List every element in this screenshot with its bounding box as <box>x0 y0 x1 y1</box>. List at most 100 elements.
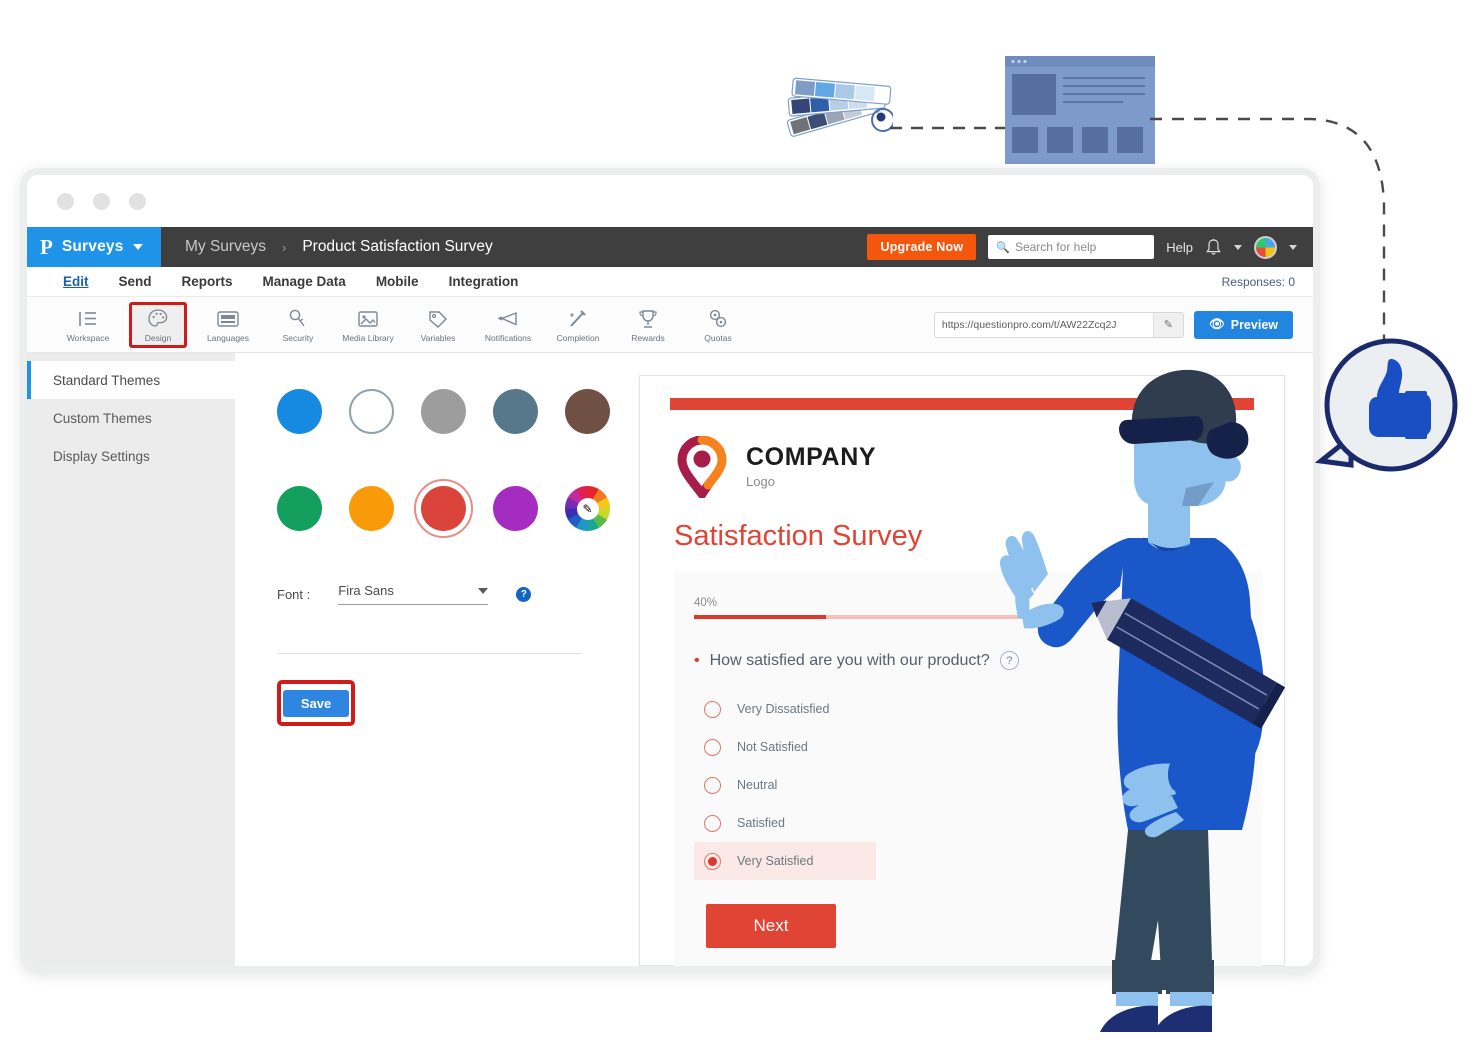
palette-icon <box>147 307 169 331</box>
tab-mobile[interactable]: Mobile <box>376 274 419 289</box>
toolbar-label-quotas: Quotas <box>704 332 732 343</box>
upgrade-now-button[interactable]: Upgrade Now <box>867 234 977 260</box>
option-label: Neutral <box>737 778 778 792</box>
radio-selected-icon <box>704 852 721 870</box>
help-link[interactable]: Help <box>1166 240 1193 255</box>
option-label: Very Satisfied <box>737 854 814 868</box>
swatch-blue[interactable] <box>277 389 322 434</box>
dashed-line-icon <box>890 118 1020 130</box>
tab-reports[interactable]: Reports <box>182 274 233 289</box>
theme-design-panel: ✎ Font : Fira Sans ? Save <box>235 353 625 966</box>
tab-edit[interactable]: Edit <box>63 274 89 289</box>
color-swatch-fan-icon <box>783 70 895 145</box>
font-select[interactable]: Fira Sans <box>338 583 489 605</box>
avatar-chevron-icon[interactable] <box>1289 244 1297 250</box>
preview-button-label: Preview <box>1230 317 1278 332</box>
radio-icon <box>704 776 721 794</box>
save-button[interactable]: Save <box>282 689 350 717</box>
toolbar-label-languages: Languages <box>206 332 250 343</box>
question-text: How satisfied are you with our product? <box>709 651 990 669</box>
url-preview-group: https://questionpro.com/t/AW22Zcq2J ✎ 👁 … <box>933 310 1313 339</box>
toolbar-item-workspace[interactable]: Workspace <box>61 307 115 343</box>
brand-surveys-menu[interactable]: P Surveys <box>27 227 161 267</box>
pencil-icon[interactable]: ✎ <box>1152 312 1183 337</box>
header-actions: Upgrade Now 🔍 Search for help Help <box>867 234 1313 260</box>
option-not-satisfied[interactable]: Not Satisfied <box>694 728 874 766</box>
window-titlebar <box>27 175 1313 227</box>
sidebar-item-standard-themes[interactable]: Standard Themes <box>27 361 235 399</box>
trophy-icon <box>638 307 658 331</box>
bell-icon[interactable] <box>1205 238 1222 257</box>
screenshot-root: P Surveys My Surveys › Product Satisfact… <box>0 0 1483 1045</box>
window-dot-close[interactable] <box>57 192 74 210</box>
sidebar-item-custom-themes[interactable]: Custom Themes <box>27 399 235 437</box>
font-label: Font : <box>277 586 311 602</box>
toolbar-item-completion[interactable]: Completion <box>551 307 605 343</box>
option-neutral[interactable]: Neutral <box>694 766 874 804</box>
next-button[interactable]: Next <box>706 904 836 948</box>
toolbar-label-variables: Variables <box>420 332 456 343</box>
toolbar-label-completion: Completion <box>556 332 600 343</box>
window-dot-minimize[interactable] <box>93 192 110 210</box>
option-very-dissatisfied[interactable]: Very Dissatisfied <box>694 690 874 728</box>
bell-chevron-icon[interactable] <box>1234 244 1242 250</box>
preview-button[interactable]: 👁 Preview <box>1193 310 1293 339</box>
toolbar-label-notifications: Notifications <box>484 332 532 343</box>
breadcrumb-current-survey: Product Satisfaction Survey <box>302 238 493 255</box>
chevron-down-icon <box>132 244 143 250</box>
window-dot-maximize[interactable] <box>129 192 146 210</box>
progress-bar-fill <box>694 615 826 619</box>
survey-url-field[interactable]: https://questionpro.com/t/AW22Zcq2J ✎ <box>933 311 1184 338</box>
font-setting-row: Font : Fira Sans ? <box>277 583 625 605</box>
sidebar-label-custom-themes: Custom Themes <box>53 410 152 426</box>
swatch-white[interactable] <box>349 389 394 434</box>
radio-icon <box>704 738 721 756</box>
responses-count: Responses: 0 <box>1221 274 1295 289</box>
swatch-orange[interactable] <box>349 486 394 531</box>
sidebar-label-standard-themes: Standard Themes <box>53 372 161 388</box>
tab-manage-data[interactable]: Manage Data <box>263 274 346 289</box>
swatch-green[interactable] <box>277 486 322 531</box>
font-selected-value: Fira Sans <box>338 583 394 598</box>
brand-label: Surveys <box>61 238 124 255</box>
save-button-highlight: Save <box>277 680 355 726</box>
rings-icon <box>707 307 729 331</box>
survey-url-value: https://questionpro.com/t/AW22Zcq2J <box>941 318 1117 331</box>
option-label: Very Dissatisfied <box>737 702 830 716</box>
survey-logo-text: COMPANY Logo <box>746 445 876 490</box>
chevron-down-icon <box>478 587 489 594</box>
swatch-slate[interactable] <box>493 389 538 434</box>
breadcrumb-my-surveys[interactable]: My Surveys <box>185 238 266 256</box>
info-icon[interactable]: ? <box>516 586 532 602</box>
swatch-purple[interactable] <box>493 486 538 531</box>
company-logo-sub: Logo <box>746 474 775 489</box>
megaphone-icon <box>496 307 520 331</box>
toolbar-label-security: Security <box>282 332 314 343</box>
radio-icon <box>704 700 721 718</box>
theme-swatch-row-1 <box>277 389 625 434</box>
option-very-satisfied[interactable]: Very Satisfied <box>694 842 876 880</box>
keyboard-icon <box>216 307 240 331</box>
option-satisfied[interactable]: Satisfied <box>694 804 874 842</box>
swatch-gray[interactable] <box>421 389 466 434</box>
toolbar-item-media-library[interactable]: Media Library <box>341 307 395 343</box>
magic-wand-icon <box>567 307 589 331</box>
swatch-brown[interactable] <box>565 389 610 434</box>
toolbar-item-notifications[interactable]: Notifications <box>481 307 535 343</box>
toolbar-item-languages[interactable]: Languages <box>201 307 255 343</box>
toolbar-item-variables[interactable]: Variables <box>411 307 465 343</box>
lock-icon <box>288 307 308 331</box>
sidebar-item-display-settings[interactable]: Display Settings <box>27 437 235 475</box>
toolbar-item-security[interactable]: Security <box>271 307 325 343</box>
toolbar-item-quotas[interactable]: Quotas <box>691 307 745 343</box>
avatar[interactable] <box>1254 235 1277 259</box>
tab-integration[interactable]: Integration <box>449 274 519 289</box>
tab-send[interactable]: Send <box>119 274 152 289</box>
search-help-input[interactable]: 🔍 Search for help <box>988 235 1155 259</box>
thumbs-up-speech-bubble <box>1313 333 1465 485</box>
toolbar-item-rewards[interactable]: Rewards <box>621 307 675 343</box>
section-divider <box>277 653 582 654</box>
toolbar-item-design[interactable]: Design <box>129 301 187 348</box>
swatch-custom-color-picker[interactable]: ✎ <box>565 486 610 531</box>
swatch-red-selected[interactable] <box>414 479 473 538</box>
